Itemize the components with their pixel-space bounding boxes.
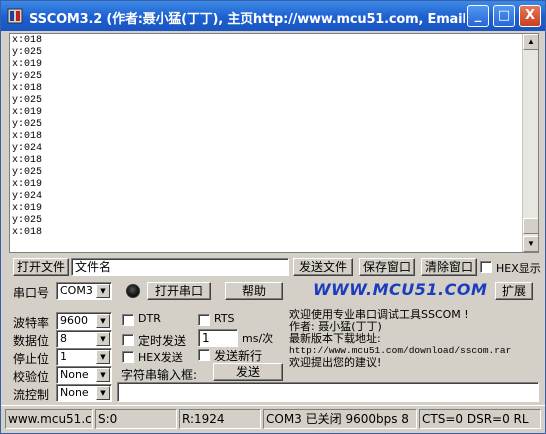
receive-line: x:019 bbox=[12, 107, 43, 118]
status-bar: www.mcu51.cor S:0 R:1924 COM3 已关闭 9600bp… bbox=[1, 405, 545, 433]
hex-send-label: HEX发送 bbox=[138, 351, 183, 364]
status-site: www.mcu51.cor bbox=[5, 409, 93, 429]
chevron-down-icon[interactable]: ▼ bbox=[96, 314, 110, 328]
interval-unit: ms/次 bbox=[242, 332, 274, 345]
status-signals: CTS=0 DSR=0 RL bbox=[419, 409, 541, 429]
baud-select[interactable]: 9600 ▼ bbox=[56, 312, 112, 330]
close-button[interactable]: X bbox=[519, 5, 541, 27]
send-newline-label: 发送新行 bbox=[214, 349, 263, 363]
receive-line: y:025 bbox=[12, 215, 43, 226]
baud-value: 9600 bbox=[60, 314, 88, 327]
chevron-down-icon[interactable]: ▼ bbox=[96, 350, 110, 364]
open-file-button[interactable]: 打开文件 bbox=[13, 258, 69, 276]
dtr-checkbox[interactable] bbox=[122, 314, 134, 326]
send-file-button[interactable]: 发送文件 bbox=[293, 258, 353, 276]
open-port-button[interactable]: 打开串口 bbox=[147, 282, 211, 300]
port-status-led-icon bbox=[126, 284, 140, 298]
info-download-label: 最新版本下载地址: bbox=[289, 332, 381, 345]
stopbits-select[interactable]: 1 ▼ bbox=[56, 348, 112, 366]
port-select[interactable]: COM3 ▼ bbox=[56, 282, 112, 300]
scroll-thumb[interactable] bbox=[523, 218, 538, 234]
port-label: 串口号 bbox=[13, 286, 50, 300]
save-window-button[interactable]: 保存窗口 bbox=[359, 258, 415, 276]
flow-select[interactable]: None ▼ bbox=[56, 384, 112, 402]
send-newline-checkbox[interactable] bbox=[198, 349, 210, 361]
rts-checkbox[interactable] bbox=[198, 314, 210, 326]
stopbits-value: 1 bbox=[60, 350, 67, 363]
chevron-down-icon[interactable]: ▼ bbox=[96, 386, 110, 400]
info-feedback: 欢迎提出您的建议! bbox=[289, 356, 382, 369]
parity-label: 校验位 bbox=[13, 370, 50, 384]
scroll-up-icon[interactable]: ▲ bbox=[523, 34, 538, 50]
help-button[interactable]: 帮助 bbox=[225, 282, 283, 300]
parity-select[interactable]: None ▼ bbox=[56, 366, 112, 384]
status-port: COM3 已关闭 9600bps 8 bbox=[263, 409, 417, 429]
receive-line: y:024 bbox=[12, 191, 43, 202]
baud-label: 波特率 bbox=[13, 316, 50, 330]
scroll-down-icon[interactable]: ▼ bbox=[523, 236, 538, 252]
timed-send-label: 定时发送 bbox=[138, 334, 187, 348]
rts-label: RTS bbox=[214, 312, 235, 325]
receive-line: x:018 bbox=[12, 227, 43, 238]
hex-display-label: HEX显示 bbox=[496, 262, 541, 275]
status-sent: S:0 bbox=[95, 409, 177, 429]
receive-line: y:025 bbox=[12, 119, 43, 130]
receive-line: x:019 bbox=[12, 179, 43, 190]
chevron-down-icon[interactable]: ▼ bbox=[96, 332, 110, 346]
parity-value: None bbox=[60, 368, 89, 381]
flow-value: None bbox=[60, 386, 89, 399]
port-value: COM3 bbox=[60, 284, 93, 297]
maximize-button[interactable]: □ bbox=[493, 5, 515, 27]
sscom-window: SSCOM3.2 (作者:聂小猛(丁丁), 主页http://www.mcu51… bbox=[0, 0, 546, 434]
receive-text: x:018 y:025 x:019 y:025 x:018 y:025 x:019 y:025… bbox=[12, 35, 42, 239]
interval-input[interactable]: 1 bbox=[198, 329, 238, 347]
hex-send-checkbox[interactable] bbox=[122, 351, 134, 363]
status-received: R:1924 bbox=[179, 409, 261, 429]
receive-line: y:025 bbox=[12, 95, 43, 106]
send-input[interactable] bbox=[117, 382, 539, 402]
hex-display-checkbox[interactable] bbox=[480, 261, 492, 273]
minimize-button[interactable]: _ bbox=[467, 5, 489, 27]
flow-label: 流控制 bbox=[13, 388, 50, 402]
databits-select[interactable]: 8 ▼ bbox=[56, 330, 112, 348]
databits-value: 8 bbox=[60, 332, 67, 345]
stopbits-label: 停止位 bbox=[13, 352, 50, 366]
receive-area[interactable]: x:018 y:025 x:019 y:025 x:018 y:025 x:019 y:025… bbox=[9, 33, 539, 253]
app-icon bbox=[7, 8, 23, 24]
chevron-down-icon[interactable]: ▼ bbox=[96, 284, 110, 298]
receive-line: y:024 bbox=[12, 143, 43, 154]
receive-scrollbar[interactable]: ▲ ▼ bbox=[522, 34, 538, 252]
receive-line: x:018 bbox=[12, 131, 43, 142]
dtr-label: DTR bbox=[138, 312, 161, 325]
receive-line: y:025 bbox=[12, 71, 43, 82]
receive-line: x:018 bbox=[12, 83, 43, 94]
filename-input[interactable]: 文件名 bbox=[71, 258, 289, 276]
databits-label: 数据位 bbox=[13, 334, 50, 348]
title-bar[interactable]: SSCOM3.2 (作者:聂小猛(丁丁), 主页http://www.mcu51… bbox=[1, 1, 545, 31]
window-title: SSCOM3.2 (作者:聂小猛(丁丁), 主页http://www.mcu51… bbox=[29, 12, 465, 27]
timed-send-checkbox[interactable] bbox=[122, 334, 134, 346]
send-button[interactable]: 发送 bbox=[213, 363, 283, 381]
receive-line: y:025 bbox=[12, 47, 43, 58]
expand-button[interactable]: 扩展 bbox=[495, 282, 533, 300]
info-panel: 欢迎使用专业串口调试工具SSCOM ! 作者: 聂小猛(丁丁) 最新版本下载地址… bbox=[289, 309, 535, 381]
input-label: 字符串输入框: bbox=[121, 368, 198, 382]
receive-line: x:019 bbox=[12, 59, 43, 70]
receive-line: x:018 bbox=[12, 35, 43, 46]
chevron-down-icon[interactable]: ▼ bbox=[96, 368, 110, 382]
brand-logo: WWW.MCU51.COM bbox=[313, 280, 488, 299]
receive-line: y:025 bbox=[12, 167, 43, 178]
clear-window-button[interactable]: 清除窗口 bbox=[421, 258, 477, 276]
receive-line: x:019 bbox=[12, 203, 43, 214]
receive-line: x:018 bbox=[12, 155, 43, 166]
